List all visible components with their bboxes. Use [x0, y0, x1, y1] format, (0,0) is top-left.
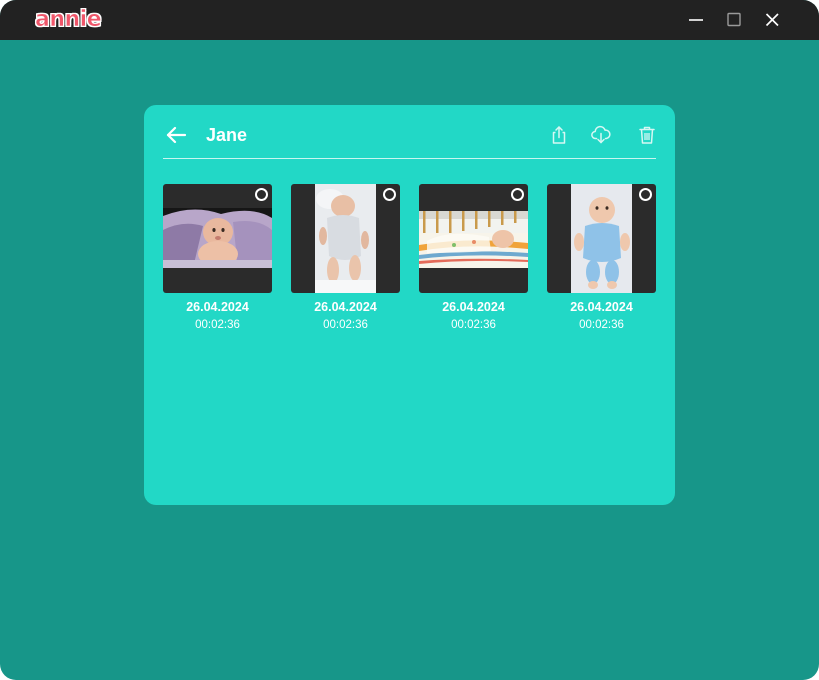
- video-duration: 00:02:36: [451, 319, 496, 331]
- cloud-download-icon: [591, 125, 611, 144]
- back-button[interactable]: [164, 123, 188, 147]
- delete-button[interactable]: [636, 124, 658, 146]
- close-icon: [765, 13, 779, 27]
- header-divider: [163, 158, 656, 159]
- select-checkbox[interactable]: [383, 188, 396, 201]
- share-icon: [552, 126, 566, 144]
- video-date: 26.04.2024: [442, 300, 505, 314]
- video-card[interactable]: 26.04.2024 00:02:36: [547, 184, 656, 334]
- share-button[interactable]: [548, 124, 570, 146]
- maximize-icon: [727, 12, 741, 27]
- title-bar: annie: [0, 0, 819, 40]
- video-card[interactable]: 26.04.2024 00:02:36: [419, 184, 528, 334]
- arrow-left-icon: [166, 126, 187, 144]
- video-duration: 00:02:36: [579, 319, 624, 331]
- baby-photo-3: [419, 211, 528, 268]
- video-date: 26.04.2024: [314, 300, 377, 314]
- app-logo: annie: [35, 7, 102, 33]
- page-title: Jane: [206, 125, 248, 145]
- app-window: annie Jane 26.04.2024 00:02:36 26.04.202…: [0, 0, 819, 680]
- video-grid: 26.04.2024 00:02:36 26.04.2024 00:02:36 …: [163, 184, 663, 344]
- video-duration: 00:02:36: [195, 319, 240, 331]
- select-checkbox[interactable]: [255, 188, 268, 201]
- video-date: 26.04.2024: [186, 300, 249, 314]
- video-card[interactable]: 26.04.2024 00:02:36: [291, 184, 400, 334]
- video-duration: 00:02:36: [323, 319, 368, 331]
- video-thumbnail[interactable]: [291, 184, 400, 293]
- baby-photo-4: [571, 184, 632, 293]
- video-thumbnail[interactable]: [163, 184, 272, 293]
- baby-photo-2: [315, 184, 376, 293]
- trash-icon: [639, 126, 655, 144]
- minimize-button[interactable]: [684, 8, 708, 32]
- video-gallery-panel: Jane 26.04.2024 00:02:36 26.04.2024 00:0…: [144, 105, 675, 505]
- select-checkbox[interactable]: [639, 188, 652, 201]
- select-checkbox[interactable]: [511, 188, 524, 201]
- video-thumbnail[interactable]: [419, 184, 528, 293]
- video-thumbnail[interactable]: [547, 184, 656, 293]
- close-button[interactable]: [760, 8, 784, 32]
- download-button[interactable]: [590, 124, 612, 146]
- maximize-button[interactable]: [722, 8, 746, 32]
- minimize-icon: [689, 19, 703, 21]
- video-card[interactable]: 26.04.2024 00:02:36: [163, 184, 272, 334]
- baby-photo-1: [163, 208, 272, 268]
- video-date: 26.04.2024: [570, 300, 633, 314]
